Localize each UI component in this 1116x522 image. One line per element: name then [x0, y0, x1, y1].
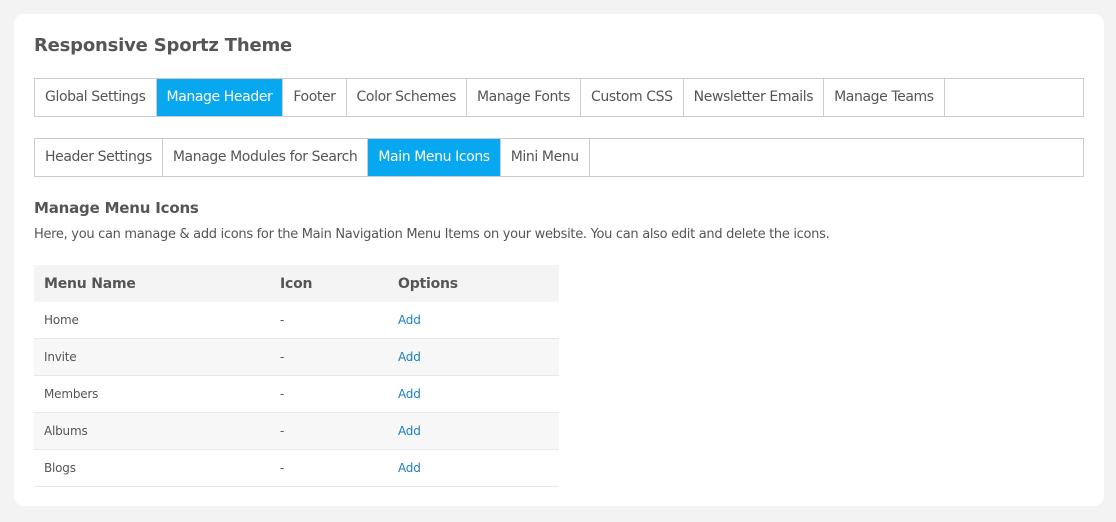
table-header-row: Menu Name Icon Options: [34, 265, 559, 302]
icon-cell: -: [270, 449, 388, 487]
subtab-header-settings[interactable]: Header Settings: [35, 139, 163, 176]
add-icon-link[interactable]: Add: [398, 313, 421, 327]
tab-color-schemes[interactable]: Color Schemes: [347, 79, 467, 116]
icon-cell: -: [270, 302, 388, 339]
icon-cell: -: [270, 338, 388, 376]
tab-newsletter-emails[interactable]: Newsletter Emails: [684, 79, 825, 116]
menu-name-cell: Blogs: [34, 449, 270, 487]
options-cell: Add: [388, 338, 559, 376]
icon-cell: -: [270, 375, 388, 413]
menu-name-cell: Members: [34, 375, 270, 413]
tab-footer[interactable]: Footer: [283, 79, 347, 116]
subtab-mini-menu[interactable]: Mini Menu: [501, 139, 590, 176]
menu-icons-table: Menu Name Icon Options Home - Add Invite…: [34, 265, 559, 487]
add-icon-link[interactable]: Add: [398, 424, 421, 438]
options-cell: Add: [388, 449, 559, 487]
options-cell: Add: [388, 412, 559, 450]
menu-name-cell: Invite: [34, 338, 270, 376]
options-cell: Add: [388, 375, 559, 413]
settings-panel: Responsive Sportz Theme Global Settings …: [14, 14, 1104, 506]
subtab-manage-modules-for-search[interactable]: Manage Modules for Search: [163, 139, 369, 176]
tab-manage-teams[interactable]: Manage Teams: [824, 79, 945, 116]
options-cell: Add: [388, 302, 559, 339]
table-row: Blogs - Add: [34, 449, 559, 487]
section-title: Manage Menu Icons: [34, 199, 199, 217]
table-row: Albums - Add: [34, 412, 559, 450]
tab-manage-fonts[interactable]: Manage Fonts: [467, 79, 582, 116]
main-tab-bar: Global Settings Manage Header Footer Col…: [34, 78, 1084, 117]
add-icon-link[interactable]: Add: [398, 461, 421, 475]
column-header-menu-name: Menu Name: [34, 265, 270, 302]
column-header-options: Options: [388, 265, 559, 302]
add-icon-link[interactable]: Add: [398, 350, 421, 364]
table-row: Home - Add: [34, 302, 559, 339]
sub-tab-bar: Header Settings Manage Modules for Searc…: [34, 138, 1084, 177]
tab-custom-css[interactable]: Custom CSS: [581, 79, 684, 116]
add-icon-link[interactable]: Add: [398, 387, 421, 401]
table-row: Invite - Add: [34, 338, 559, 376]
subtab-main-menu-icons[interactable]: Main Menu Icons: [368, 139, 501, 176]
column-header-icon: Icon: [270, 265, 388, 302]
tab-global-settings[interactable]: Global Settings: [35, 79, 157, 116]
table-row: Members - Add: [34, 375, 559, 413]
icon-cell: -: [270, 412, 388, 450]
tab-manage-header[interactable]: Manage Header: [156, 79, 284, 116]
page-title: Responsive Sportz Theme: [34, 35, 293, 56]
section-description: Here, you can manage & add icons for the…: [34, 227, 830, 242]
menu-name-cell: Home: [34, 302, 270, 339]
menu-name-cell: Albums: [34, 412, 270, 450]
